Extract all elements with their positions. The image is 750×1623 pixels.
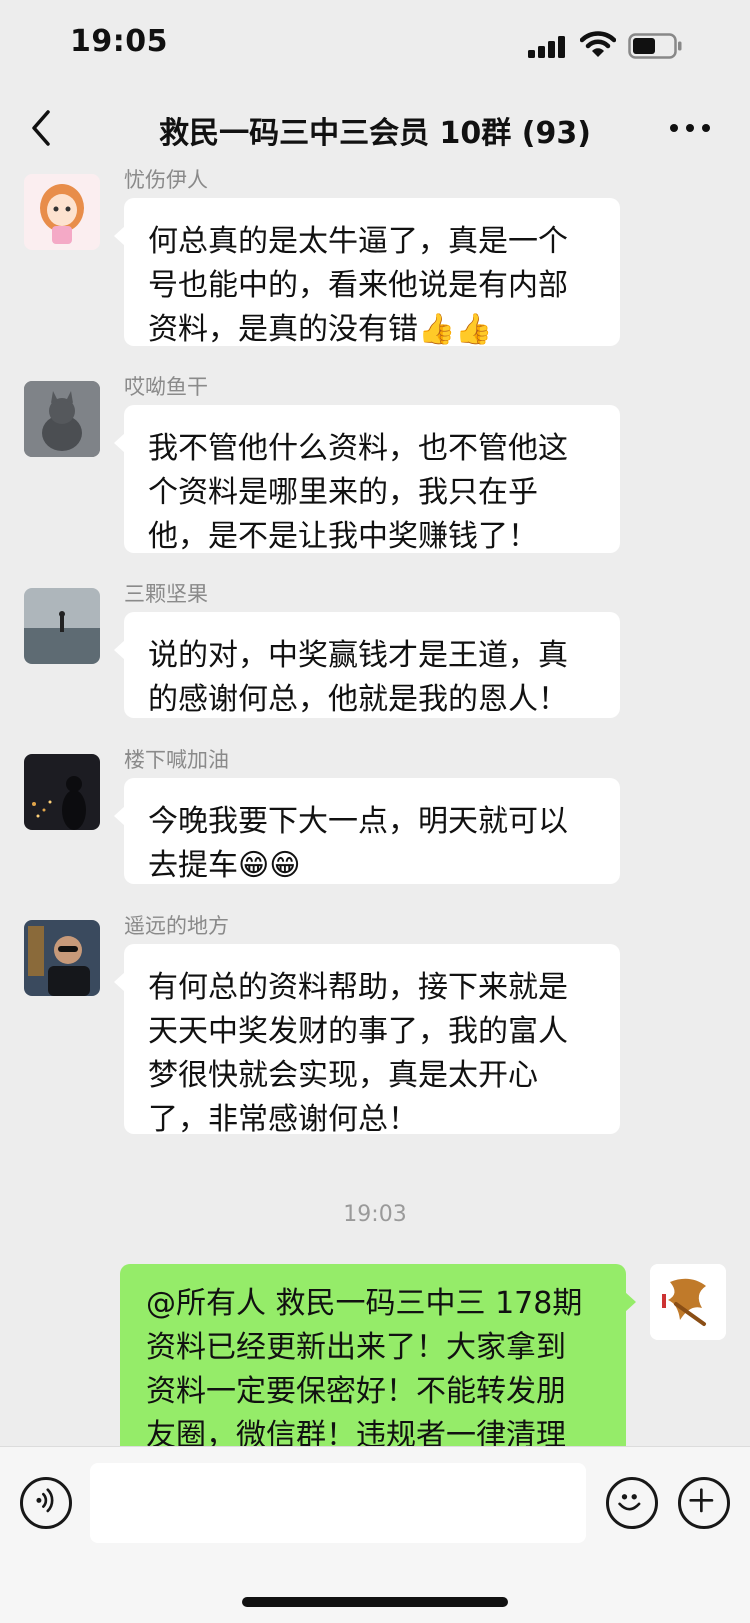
avatar-cartoon-girl-icon[interactable] — [24, 174, 100, 250]
message-line: 今晚我要下大一点，明天就可以 — [148, 804, 568, 839]
emoji-button[interactable] — [606, 1477, 658, 1529]
outgoing-message-bubble[interactable]: @所有人 救民一码三中三 178期 资料已经更新出来了！大家拿到 资料一定要保密… — [120, 1264, 636, 1446]
chat-message-list[interactable]: 忧伤伊人 何总真的是太牛逼了，真是一个 号也能中的，看来他说是有内部 资料，是真… — [0, 168, 750, 1446]
home-indicator — [242, 1597, 508, 1607]
sender-name: 楼下喊加油 — [124, 748, 229, 772]
avatar-man-sunglasses-icon[interactable] — [24, 920, 100, 996]
message-line: 资料已经更新出来了！大家拿到 — [146, 1330, 566, 1365]
voice-icon — [36, 1488, 54, 1513]
sender-name: 三颗坚果 — [124, 582, 208, 606]
message-line: 友圈，微信群！违规者一律清理 — [146, 1418, 566, 1446]
message-bubble[interactable]: 有何总的资料帮助，接下来就是 天天中奖发财的事了，我的富人 梦很快就会实现，真是… — [114, 944, 620, 1137]
message-bubble[interactable]: 何总真的是太牛逼了，真是一个 号也能中的，看来他说是有内部 资料，是真的没有错👍… — [114, 198, 620, 347]
avatar-seaside-icon[interactable] — [24, 588, 100, 664]
sender-name: 忧伤伊人 — [124, 168, 208, 192]
voice-button[interactable] — [20, 1477, 72, 1529]
plus-button[interactable] — [678, 1477, 730, 1529]
chat-title: 救民一码三中三会员 10群 (93) — [159, 116, 591, 151]
message-bubble[interactable]: 我不管他什么资料，也不管他这 个资料是哪里来的，我只在乎 他，是不是让我中奖赚钱… — [114, 405, 620, 554]
status-bar: 19:05 — [0, 0, 750, 88]
message-line: 资料，是真的没有错👍👍 — [148, 312, 493, 347]
more-dots-icon[interactable] — [668, 118, 712, 138]
message-line: 天天中奖发财的事了，我的富人 — [148, 1014, 568, 1049]
input-bar — [0, 1446, 750, 1623]
message-line: 说的对，中奖赢钱才是王道，真 — [148, 638, 568, 673]
message-bubble[interactable]: 今晚我要下大一点，明天就可以 去提车😁😁 — [114, 778, 620, 884]
sender-name: 遥远的地方 — [124, 914, 229, 938]
message-line: 号也能中的，看来他说是有内部 — [148, 268, 568, 303]
battery-icon — [628, 33, 682, 59]
message-line: 去提车😁😁 — [148, 848, 301, 883]
sender-name: 哎呦鱼干 — [124, 375, 208, 399]
avatar-night-city-icon[interactable] — [24, 754, 100, 830]
message-line: 我不管他什么资料，也不管他这 — [148, 431, 568, 466]
message-line: 梦很快就会实现，真是太开心 — [148, 1058, 538, 1093]
status-time: 19:05 — [70, 24, 168, 59]
avatar-cat-icon[interactable] — [24, 381, 100, 457]
timestamp: 19:03 — [343, 1202, 407, 1227]
wifi-icon — [580, 31, 616, 57]
message-bubble[interactable]: 说的对，中奖赢钱才是王道，真 的感谢何总，他就是我的恩人！ — [114, 612, 620, 718]
message-line: 他，是不是让我中奖赚钱了！ — [148, 519, 538, 554]
message-line: 有何总的资料帮助，接下来就是 — [148, 970, 568, 1005]
message-line: 个资料是哪里来的，我只在乎 — [148, 475, 538, 510]
signal-icon — [528, 36, 565, 58]
emoji-icon — [618, 1494, 641, 1511]
message-line: @所有人 救民一码三中三 178期 — [146, 1286, 583, 1321]
message-input[interactable] — [90, 1463, 586, 1543]
avatar-calligraphy-icon[interactable] — [650, 1264, 726, 1340]
message-line: 了，非常感谢何总！ — [148, 1102, 418, 1137]
message-line: 资料一定要保密好！不能转发朋 — [146, 1374, 566, 1409]
message-line: 何总真的是太牛逼了，真是一个 — [148, 224, 568, 259]
plus-icon — [689, 1488, 714, 1513]
message-line: 的感谢何总，他就是我的恩人！ — [148, 682, 568, 717]
nav-bar: 救民一码三中三会员 10群 (93) — [0, 88, 750, 168]
